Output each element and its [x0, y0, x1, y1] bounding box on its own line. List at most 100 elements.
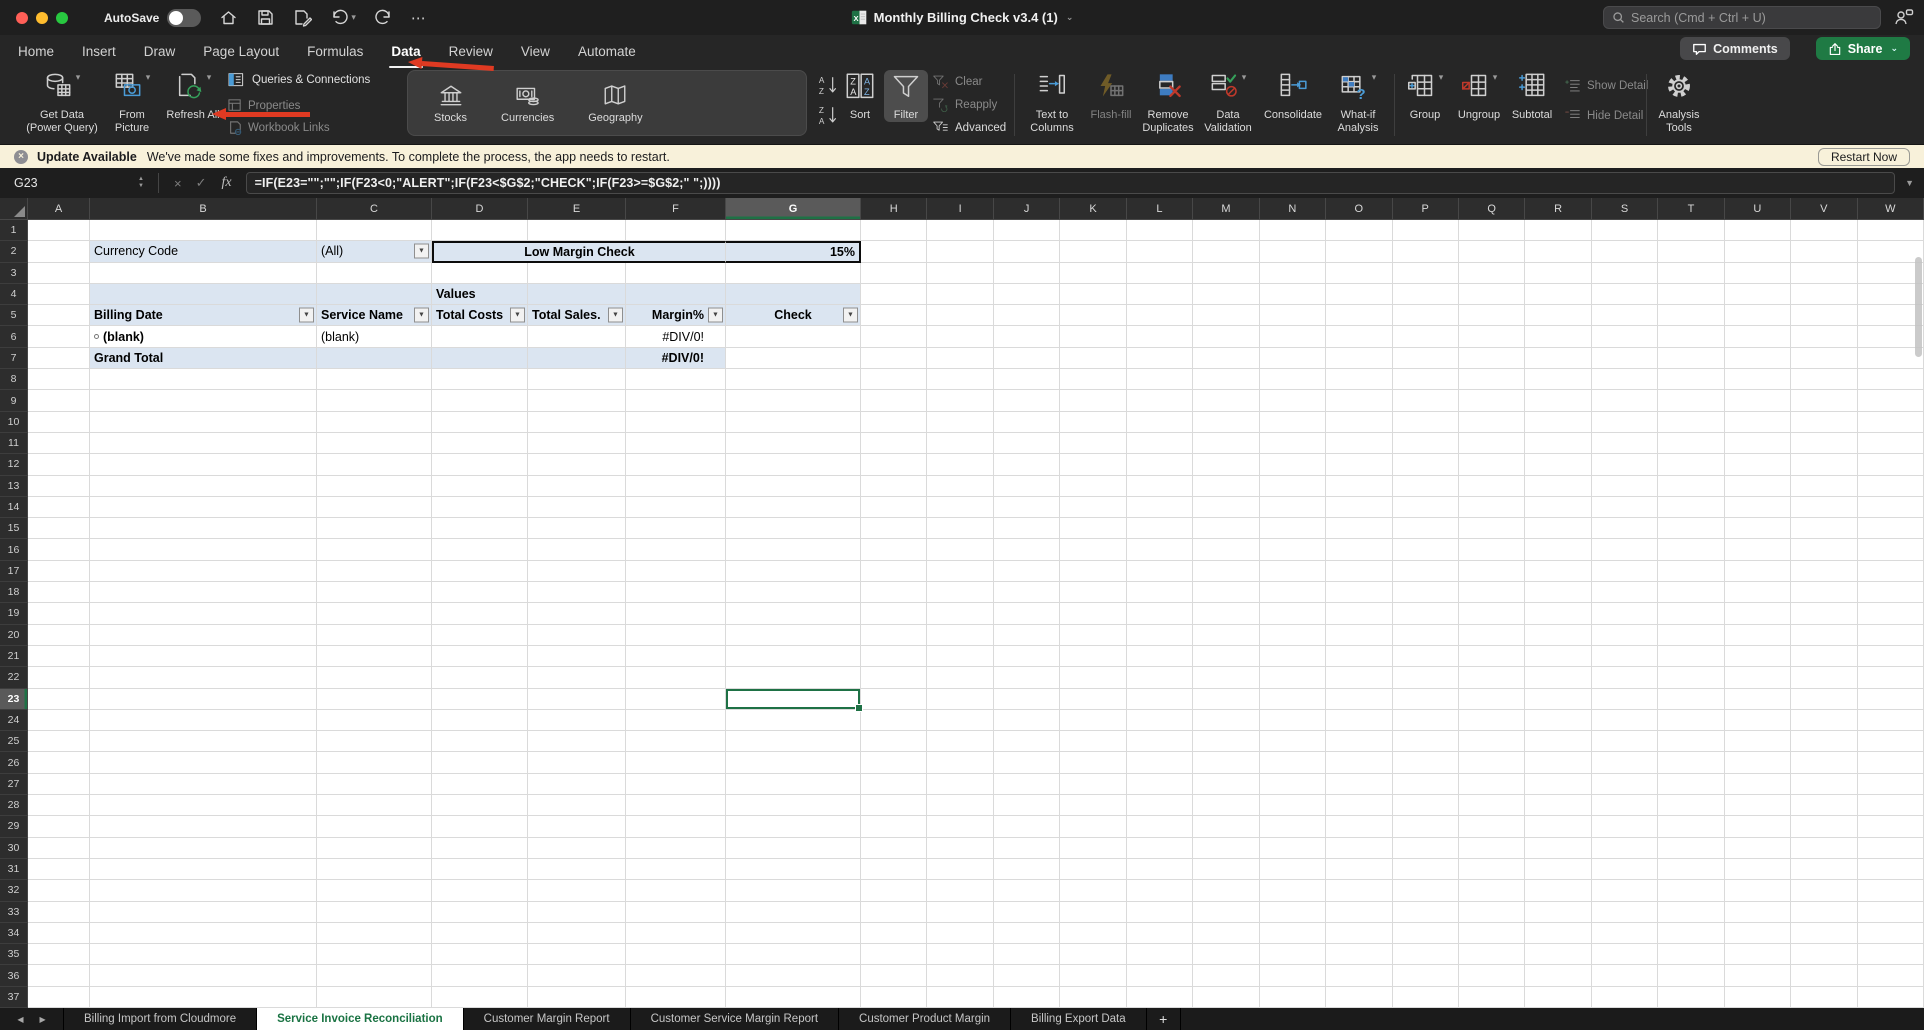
- cell-S33[interactable]: [1592, 902, 1658, 923]
- cell-K9[interactable]: [1060, 390, 1126, 411]
- cell-K7[interactable]: [1060, 348, 1126, 369]
- cell-K17[interactable]: [1060, 561, 1126, 582]
- cell-B34[interactable]: [90, 923, 317, 944]
- row-header-32[interactable]: 32: [0, 880, 28, 901]
- cell-S34[interactable]: [1592, 923, 1658, 944]
- col-header-Q[interactable]: Q: [1459, 198, 1525, 220]
- cell-U5[interactable]: [1725, 305, 1791, 326]
- cell-V6[interactable]: [1791, 326, 1857, 347]
- cell-A5[interactable]: [28, 305, 90, 326]
- cell-F9[interactable]: [626, 390, 726, 411]
- filter-dropdown-icon[interactable]: ▼: [414, 308, 429, 323]
- cell-O6[interactable]: [1326, 326, 1392, 347]
- cell-R5[interactable]: [1525, 305, 1591, 326]
- row-header-1[interactable]: 1: [0, 220, 28, 241]
- cell-N23[interactable]: [1260, 689, 1326, 710]
- cell-Q23[interactable]: [1459, 689, 1525, 710]
- cell-A24[interactable]: [28, 710, 90, 731]
- cell-I30[interactable]: [927, 838, 993, 859]
- cell-R9[interactable]: [1525, 390, 1591, 411]
- cell-G15[interactable]: [726, 518, 861, 539]
- cell-V25[interactable]: [1791, 731, 1857, 752]
- cell-C8[interactable]: [317, 369, 432, 390]
- cell-Q25[interactable]: [1459, 731, 1525, 752]
- cell-D13[interactable]: [432, 476, 528, 497]
- cell-M6[interactable]: [1193, 326, 1259, 347]
- formula-bar-expand-icon[interactable]: ▼: [1905, 178, 1914, 188]
- cell-Q19[interactable]: [1459, 603, 1525, 624]
- cell-M14[interactable]: [1193, 497, 1259, 518]
- cell-B25[interactable]: [90, 731, 317, 752]
- cell-H12[interactable]: [861, 454, 927, 475]
- cell-O37[interactable]: [1326, 987, 1392, 1008]
- cell-N5[interactable]: [1260, 305, 1326, 326]
- cell-A15[interactable]: [28, 518, 90, 539]
- cell-C29[interactable]: [317, 816, 432, 837]
- cell-E15[interactable]: [528, 518, 626, 539]
- cell-H1[interactable]: [861, 220, 927, 241]
- cell-B33[interactable]: [90, 902, 317, 923]
- cell-N36[interactable]: [1260, 965, 1326, 986]
- cell-E32[interactable]: [528, 880, 626, 901]
- cell-G9[interactable]: [726, 390, 861, 411]
- cell-H3[interactable]: [861, 263, 927, 284]
- filter-dropdown-icon[interactable]: ▼: [843, 308, 858, 323]
- add-sheet-button[interactable]: +: [1147, 1008, 1181, 1030]
- col-header-M[interactable]: M: [1193, 198, 1259, 220]
- cell-K30[interactable]: [1060, 838, 1126, 859]
- cell-Q27[interactable]: [1459, 774, 1525, 795]
- cell-Q21[interactable]: [1459, 646, 1525, 667]
- row-header-8[interactable]: 8: [0, 369, 28, 390]
- cell-B9[interactable]: [90, 390, 317, 411]
- cell-F10[interactable]: [626, 412, 726, 433]
- cell-N13[interactable]: [1260, 476, 1326, 497]
- cell-T2[interactable]: [1658, 241, 1724, 262]
- cell-M25[interactable]: [1193, 731, 1259, 752]
- cell-E20[interactable]: [528, 625, 626, 646]
- cell-D30[interactable]: [432, 838, 528, 859]
- cell-W28[interactable]: [1858, 795, 1924, 816]
- cell-F27[interactable]: [626, 774, 726, 795]
- insert-function-icon[interactable]: fx: [222, 175, 232, 191]
- cell-V32[interactable]: [1791, 880, 1857, 901]
- cell-J25[interactable]: [994, 731, 1060, 752]
- cell-O22[interactable]: [1326, 667, 1392, 688]
- cell-N27[interactable]: [1260, 774, 1326, 795]
- row-header-14[interactable]: 14: [0, 497, 28, 518]
- cell-N17[interactable]: [1260, 561, 1326, 582]
- sort-descending-icon[interactable]: ZA: [818, 104, 840, 126]
- cell-C16[interactable]: [317, 539, 432, 560]
- cell-F21[interactable]: [626, 646, 726, 667]
- row-header-19[interactable]: 19: [0, 603, 28, 624]
- cell-H20[interactable]: [861, 625, 927, 646]
- cell-I35[interactable]: [927, 944, 993, 965]
- cell-D10[interactable]: [432, 412, 528, 433]
- cell-E37[interactable]: [528, 987, 626, 1008]
- cell-M30[interactable]: [1193, 838, 1259, 859]
- cell-R14[interactable]: [1525, 497, 1591, 518]
- cell-C15[interactable]: [317, 518, 432, 539]
- sheet-nav-left-icon[interactable]: ◀: [17, 1015, 23, 1024]
- cell-U16[interactable]: [1725, 539, 1791, 560]
- cell-A37[interactable]: [28, 987, 90, 1008]
- cell-B6[interactable]: (blank): [90, 326, 317, 347]
- cell-W10[interactable]: [1858, 412, 1924, 433]
- cell-B13[interactable]: [90, 476, 317, 497]
- cell-I16[interactable]: [927, 539, 993, 560]
- cell-R30[interactable]: [1525, 838, 1591, 859]
- cell-H18[interactable]: [861, 582, 927, 603]
- cell-D24[interactable]: [432, 710, 528, 731]
- cell-I17[interactable]: [927, 561, 993, 582]
- cell-J32[interactable]: [994, 880, 1060, 901]
- cell-P16[interactable]: [1393, 539, 1459, 560]
- cell-F15[interactable]: [626, 518, 726, 539]
- cell-P20[interactable]: [1393, 625, 1459, 646]
- cell-U20[interactable]: [1725, 625, 1791, 646]
- cell-Q15[interactable]: [1459, 518, 1525, 539]
- cell-F37[interactable]: [626, 987, 726, 1008]
- formula-input[interactable]: =IF(E23="";"";IF(F23<0;"ALERT";IF(F23<$G…: [246, 172, 1895, 194]
- cell-V29[interactable]: [1791, 816, 1857, 837]
- cell-T31[interactable]: [1658, 859, 1724, 880]
- cell-F34[interactable]: [626, 923, 726, 944]
- cell-O27[interactable]: [1326, 774, 1392, 795]
